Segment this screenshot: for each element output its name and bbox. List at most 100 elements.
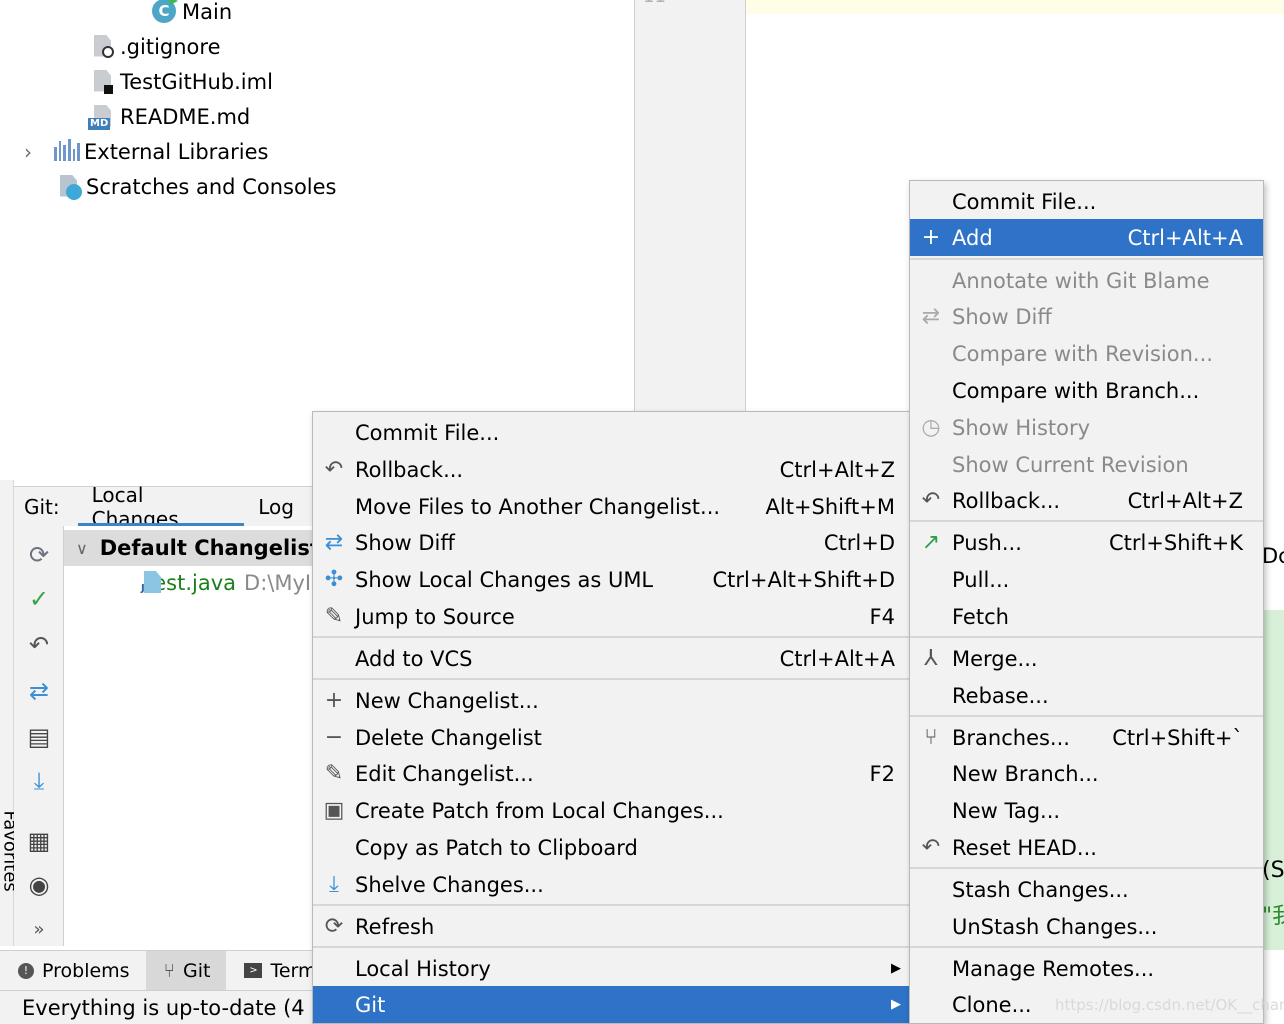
show-diff-icon: ⇄: [921, 304, 941, 329]
menu-add-to-vcs[interactable]: Add to VCS Ctrl+Alt+A: [313, 640, 909, 677]
java-class-icon: C: [152, 0, 178, 25]
tree-item-scratches[interactable]: Scratches and Consoles: [56, 169, 337, 204]
git-menu-fetch[interactable]: Fetch: [910, 598, 1263, 635]
git-branch-icon: ⑂: [163, 959, 175, 982]
git-menu-push[interactable]: ↗ Push... Ctrl+Shift+K: [910, 524, 1263, 561]
menu-new-changelist[interactable]: + New Changelist...: [313, 682, 909, 719]
git-menu-unstash[interactable]: UnStash Changes...: [910, 908, 1263, 945]
chevron-right-icon[interactable]: ›: [24, 140, 44, 164]
menu-commit-file[interactable]: Commit File...: [313, 414, 909, 451]
git-menu-manage-remotes[interactable]: Manage Remotes...: [910, 950, 1263, 987]
minus-icon: −: [324, 725, 344, 750]
shelve-icon: ⤓: [329, 872, 339, 897]
menu-shelve-changes[interactable]: ⤓ Shelve Changes...: [313, 866, 909, 903]
git-menu-compare-revision[interactable]: Compare with Revision...: [910, 335, 1263, 372]
rollback-icon: ↶: [324, 457, 344, 482]
tree-item-main[interactable]: C Main: [152, 0, 232, 29]
changelist-row[interactable]: ∨ Default Changelist: [64, 530, 320, 566]
menu-refresh[interactable]: ⟳ Refresh: [313, 908, 909, 945]
git-menu-show-diff[interactable]: ⇄ Show Diff: [910, 298, 1263, 335]
submenu-arrow-icon: ▶: [891, 961, 901, 976]
tree-item-readme[interactable]: MD README.md: [88, 99, 250, 134]
file-path: D:\MyIdea\TestGitHub: [244, 571, 314, 595]
watermark: https://blog.csdn.net/OK__chan: [1055, 996, 1284, 1014]
pencil-icon: ✎: [324, 604, 344, 629]
git-menu-commit-file[interactable]: Commit File...: [910, 183, 1263, 220]
menu-rollback[interactable]: ↶ Rollback... Ctrl+Alt+Z: [313, 451, 909, 488]
more-icon[interactable]: »: [24, 914, 54, 944]
branch-icon: ⑂: [924, 725, 938, 750]
git-menu-add[interactable]: + Add Ctrl+Alt+A: [910, 219, 1263, 256]
menu-separator: [910, 946, 1263, 948]
menu-separator: [313, 678, 909, 680]
commit-check-icon[interactable]: ✓: [24, 584, 54, 614]
module-file-icon: [90, 69, 116, 95]
rollback-icon: ↶: [921, 835, 941, 860]
editor-current-line: [746, 0, 1284, 14]
scratches-icon: [56, 174, 82, 200]
menu-separator: [910, 520, 1263, 522]
changelist-icon[interactable]: ▤: [24, 722, 54, 752]
problems-icon: !: [18, 962, 34, 979]
menu-local-history[interactable]: Local History ▶: [313, 950, 909, 987]
git-menu-show-history[interactable]: ◷ Show History: [910, 409, 1263, 446]
git-menu-stash[interactable]: Stash Changes...: [910, 871, 1263, 908]
tab-local-changes[interactable]: Local Changes: [77, 483, 245, 531]
menu-edit-changelist[interactable]: ✎ Edit Changelist... F2: [313, 755, 909, 792]
git-menu-rebase[interactable]: Rebase...: [910, 677, 1263, 714]
menu-separator: [910, 258, 1263, 260]
git-menu-pull[interactable]: Pull...: [910, 561, 1263, 598]
git-menu-merge[interactable]: ⅄ Merge...: [910, 640, 1263, 677]
bottom-tool-tabs: ! Problems ⑂ Git > Terminal: [0, 950, 351, 991]
git-menu-rollback[interactable]: ↶ Rollback... Ctrl+Alt+Z: [910, 482, 1263, 519]
menu-copy-patch[interactable]: Copy as Patch to Clipboard: [313, 829, 909, 866]
menu-delete-changelist[interactable]: − Delete Changelist: [313, 719, 909, 756]
refresh-icon: ⟳: [324, 914, 344, 939]
plus-icon: +: [324, 688, 344, 713]
git-menu-compare-branch[interactable]: Compare with Branch...: [910, 372, 1263, 409]
git-menu-annotate[interactable]: Annotate with Git Blame: [910, 262, 1263, 299]
group-by-icon[interactable]: ▦: [24, 826, 54, 856]
tab-problems[interactable]: ! Problems: [0, 951, 146, 991]
git-label: Git:: [24, 494, 60, 519]
menu-create-patch[interactable]: ▣ Create Patch from Local Changes...: [313, 792, 909, 829]
menu-separator: [313, 904, 909, 906]
changed-file-row[interactable]: J Test.java D:\MyIdea\TestGitHub: [140, 566, 314, 600]
push-arrow-icon: ↗: [921, 530, 941, 555]
git-menu-show-current-revision[interactable]: Show Current Revision: [910, 446, 1263, 483]
tree-item-gitignore[interactable]: .gitignore: [90, 29, 221, 64]
patch-icon: ▣: [323, 798, 345, 823]
tree-item-iml[interactable]: TestGitHub.iml: [90, 64, 273, 99]
tree-item-external-libraries[interactable]: › External Libraries: [24, 134, 269, 169]
tab-log[interactable]: Log: [244, 487, 314, 527]
menu-show-diff[interactable]: ⇄ Show Diff Ctrl+D: [313, 524, 909, 561]
merge-icon: ⅄: [924, 646, 938, 671]
git-tool-header: Git: Local Changes Log: [14, 483, 314, 531]
git-menu-new-branch[interactable]: New Branch...: [910, 755, 1263, 792]
menu-git[interactable]: Git ▶: [313, 986, 909, 1023]
menu-separator: [910, 636, 1263, 638]
refresh-icon[interactable]: ⟳: [24, 540, 54, 570]
rollback-icon[interactable]: ↶: [24, 630, 54, 660]
plus-icon: +: [921, 225, 941, 250]
show-diff-icon: ⇄: [324, 530, 344, 555]
rollback-icon: ↶: [921, 488, 941, 513]
submenu-arrow-icon: ▶: [891, 997, 901, 1012]
menu-separator: [910, 715, 1263, 717]
show-diff-icon[interactable]: ⇄: [24, 676, 54, 706]
editor-text-fragment: Dc: [1262, 544, 1284, 568]
git-menu-new-tag[interactable]: New Tag...: [910, 792, 1263, 829]
editor-gutter: 11: [634, 0, 746, 412]
chevron-down-icon[interactable]: ∨: [76, 539, 88, 558]
menu-separator: [313, 946, 909, 948]
git-toolbar: ⟳ ✓ ↶ ⇄ ▤ ⤓ ▦ ◉ »: [14, 526, 64, 946]
menu-show-uml[interactable]: ✣ Show Local Changes as UML Ctrl+Alt+Shift…: [313, 561, 909, 598]
git-menu-reset-head[interactable]: ↶ Reset HEAD...: [910, 829, 1263, 866]
git-menu-branches[interactable]: ⑂ Branches... Ctrl+Shift+`: [910, 719, 1263, 756]
menu-separator: [313, 636, 909, 638]
tab-git[interactable]: ⑂ Git: [145, 950, 227, 991]
eye-icon[interactable]: ◉: [24, 870, 54, 900]
menu-jump-to-source[interactable]: ✎ Jump to Source F4: [313, 598, 909, 635]
update-download-icon[interactable]: ⤓: [24, 766, 54, 796]
menu-move-files[interactable]: Move Files to Another Changelist... Alt+S…: [313, 488, 909, 525]
